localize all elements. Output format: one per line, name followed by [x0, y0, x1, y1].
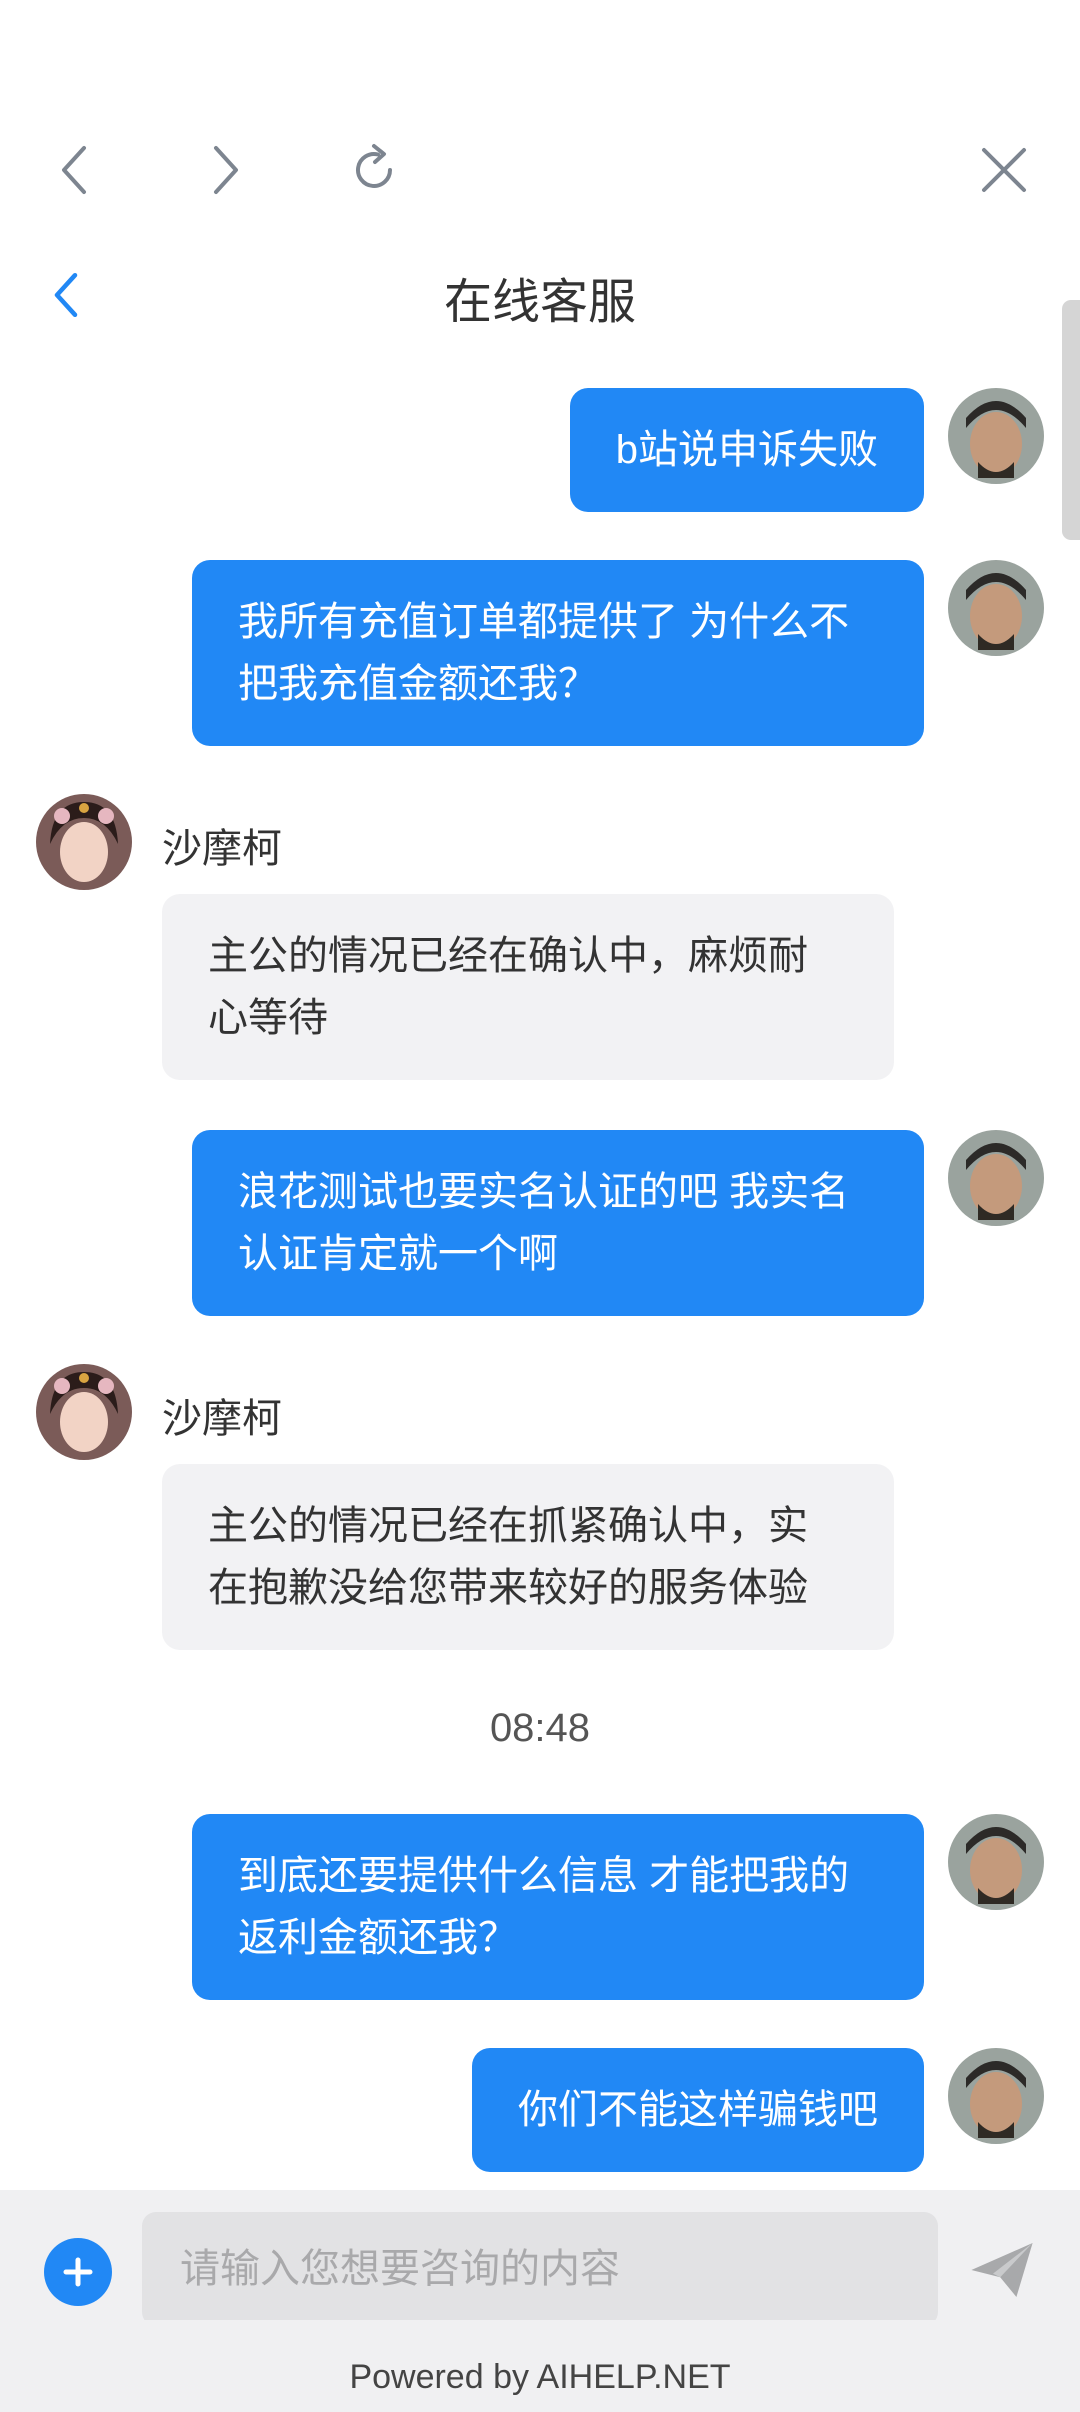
message-text: 在抱歉没给您带来较好的服务体验 [208, 1566, 808, 1610]
plus-icon [63, 2257, 93, 2287]
user-message-bubble: b站说申诉失败 [569, 388, 924, 512]
back-button[interactable] [26, 120, 126, 220]
user-message-bubble: 我所有充值订单都提供了 为什么不 把我充值金额还我？ [192, 560, 924, 746]
browser-toolbar [0, 0, 1080, 240]
user-avatar [948, 388, 1044, 484]
send-icon [971, 2243, 1033, 2297]
user-avatar-icon [948, 1814, 1044, 1910]
user-avatar-icon [948, 388, 1044, 484]
attach-button[interactable] [44, 2238, 112, 2306]
agent-message-bubble: 主公的情况已经在确认中，麻烦耐 心等待 [162, 894, 894, 1080]
message-text: 认证肯定就一个啊 [238, 1232, 558, 1276]
chevron-right-icon [214, 146, 238, 194]
chat-header: 在线客服 [0, 240, 1080, 350]
message-text: 我所有充值订单都提供了 为什么不 [238, 600, 850, 644]
user-avatar-icon [948, 2048, 1044, 2144]
message-text: 主公的情况已经在抓紧确认中，实 [208, 1504, 808, 1548]
refresh-icon [356, 144, 392, 188]
message-input[interactable] [142, 2212, 938, 2326]
agent-avatar [36, 1364, 132, 1460]
agent-avatar-icon [36, 794, 132, 890]
send-button[interactable] [962, 2230, 1042, 2310]
user-avatar-icon [948, 1130, 1044, 1226]
user-message-bubble: 你们不能这样骗钱吧 [472, 2048, 924, 2172]
message-composer [0, 2190, 1080, 2326]
message-list: b站说申诉失败 我所有充值订单都提供了 为什么不 把我充值金额还我？ 沙摩柯 主… [0, 350, 1080, 2190]
message-text: 主公的情况已经在确认中，麻烦耐 [208, 934, 808, 978]
user-avatar [948, 1814, 1044, 1910]
agent-message-bubble: 主公的情况已经在抓紧确认中，实 在抱歉没给您带来较好的服务体验 [162, 1464, 894, 1650]
agent-name: 沙摩柯 [162, 1397, 282, 1441]
chevron-left-icon [62, 146, 86, 194]
user-avatar [948, 560, 1044, 656]
message-text: 返利金额还我？ [238, 1916, 518, 1960]
forward-button[interactable] [174, 120, 274, 220]
user-avatar [948, 2048, 1044, 2144]
page-title: 在线客服 [443, 276, 636, 329]
message-text: 你们不能这样骗钱吧 [518, 2088, 878, 2132]
agent-avatar [36, 794, 132, 890]
close-button[interactable] [954, 120, 1054, 220]
message-text: b站说申诉失败 [615, 428, 878, 472]
user-message-bubble: 浪花测试也要实名认证的吧 我实名 认证肯定就一个啊 [192, 1130, 924, 1316]
message-text: 浪花测试也要实名认证的吧 我实名 [238, 1170, 850, 1214]
user-avatar-icon [948, 560, 1044, 656]
message-timestamp: 08:48 [489, 1706, 591, 1750]
agent-name: 沙摩柯 [162, 827, 282, 871]
user-message-bubble: 到底还要提供什么信息 才能把我的 返利金额还我？ [192, 1814, 924, 2000]
close-icon [982, 148, 1026, 192]
user-avatar [948, 1130, 1044, 1226]
message-text: 把我充值金额还我？ [238, 662, 598, 706]
message-text: 到底还要提供什么信息 才能把我的 [238, 1854, 850, 1898]
refresh-button[interactable] [324, 120, 424, 220]
message-text: 心等待 [208, 996, 328, 1040]
powered-by-footer: Powered by AIHELP.NET [0, 2320, 1080, 2412]
agent-avatar-icon [36, 1364, 132, 1460]
